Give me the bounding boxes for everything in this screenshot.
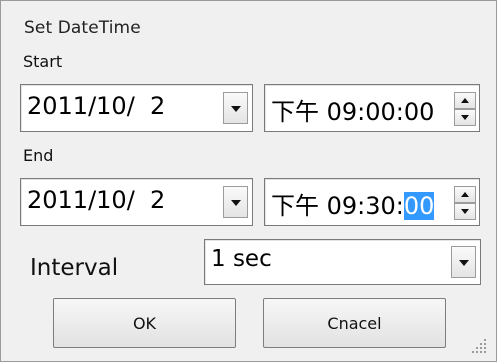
end-time-picker[interactable]: 下午 09:30:00 [264, 178, 480, 226]
start-time-value: 09:00:00 [326, 98, 435, 126]
spin-down-icon[interactable] [454, 109, 476, 126]
title-bar[interactable]: Set DateTime [1, 1, 496, 45]
interval-value: 1 sec [211, 246, 272, 272]
spin-up-icon[interactable] [454, 186, 476, 203]
end-label: End [23, 146, 54, 165]
end-date-chevron-down-icon[interactable] [223, 186, 248, 218]
start-date-value: 2011/10/ 2 [27, 92, 166, 120]
ok-button[interactable]: OK [53, 298, 236, 348]
start-label: Start [23, 52, 63, 71]
end-date-value: 2011/10/ 2 [27, 186, 166, 214]
start-time-text: 下午 09:00:00 [271, 92, 434, 127]
cancel-button[interactable]: Cnacel [263, 298, 446, 348]
end-time-text: 下午 09:30:00 [271, 186, 435, 221]
start-time-period: 下午 [271, 98, 327, 126]
end-time-value: 09:30: [326, 192, 404, 220]
start-time-spinner[interactable] [454, 92, 476, 126]
end-time-period: 下午 [271, 192, 327, 220]
spin-down-icon[interactable] [454, 203, 476, 220]
start-date-picker[interactable]: 2011/10/ 2 [20, 84, 253, 132]
interval-select[interactable]: 1 sec [204, 239, 481, 285]
end-time-selected-seconds[interactable]: 00 [403, 192, 435, 220]
resize-grip-icon[interactable] [472, 339, 488, 355]
interval-chevron-down-icon[interactable] [451, 246, 476, 278]
start-date-chevron-down-icon[interactable] [223, 92, 248, 124]
start-time-picker[interactable]: 下午 09:00:00 [264, 84, 480, 132]
dialog-title: Set DateTime [24, 18, 141, 38]
spin-up-icon[interactable] [454, 92, 476, 109]
end-date-picker[interactable]: 2011/10/ 2 [20, 178, 253, 226]
end-time-spinner[interactable] [454, 186, 476, 220]
set-datetime-dialog: Set DateTime Start 2011/10/ 2 下午 09:00:0… [0, 0, 497, 362]
interval-label: Interval [30, 255, 119, 281]
